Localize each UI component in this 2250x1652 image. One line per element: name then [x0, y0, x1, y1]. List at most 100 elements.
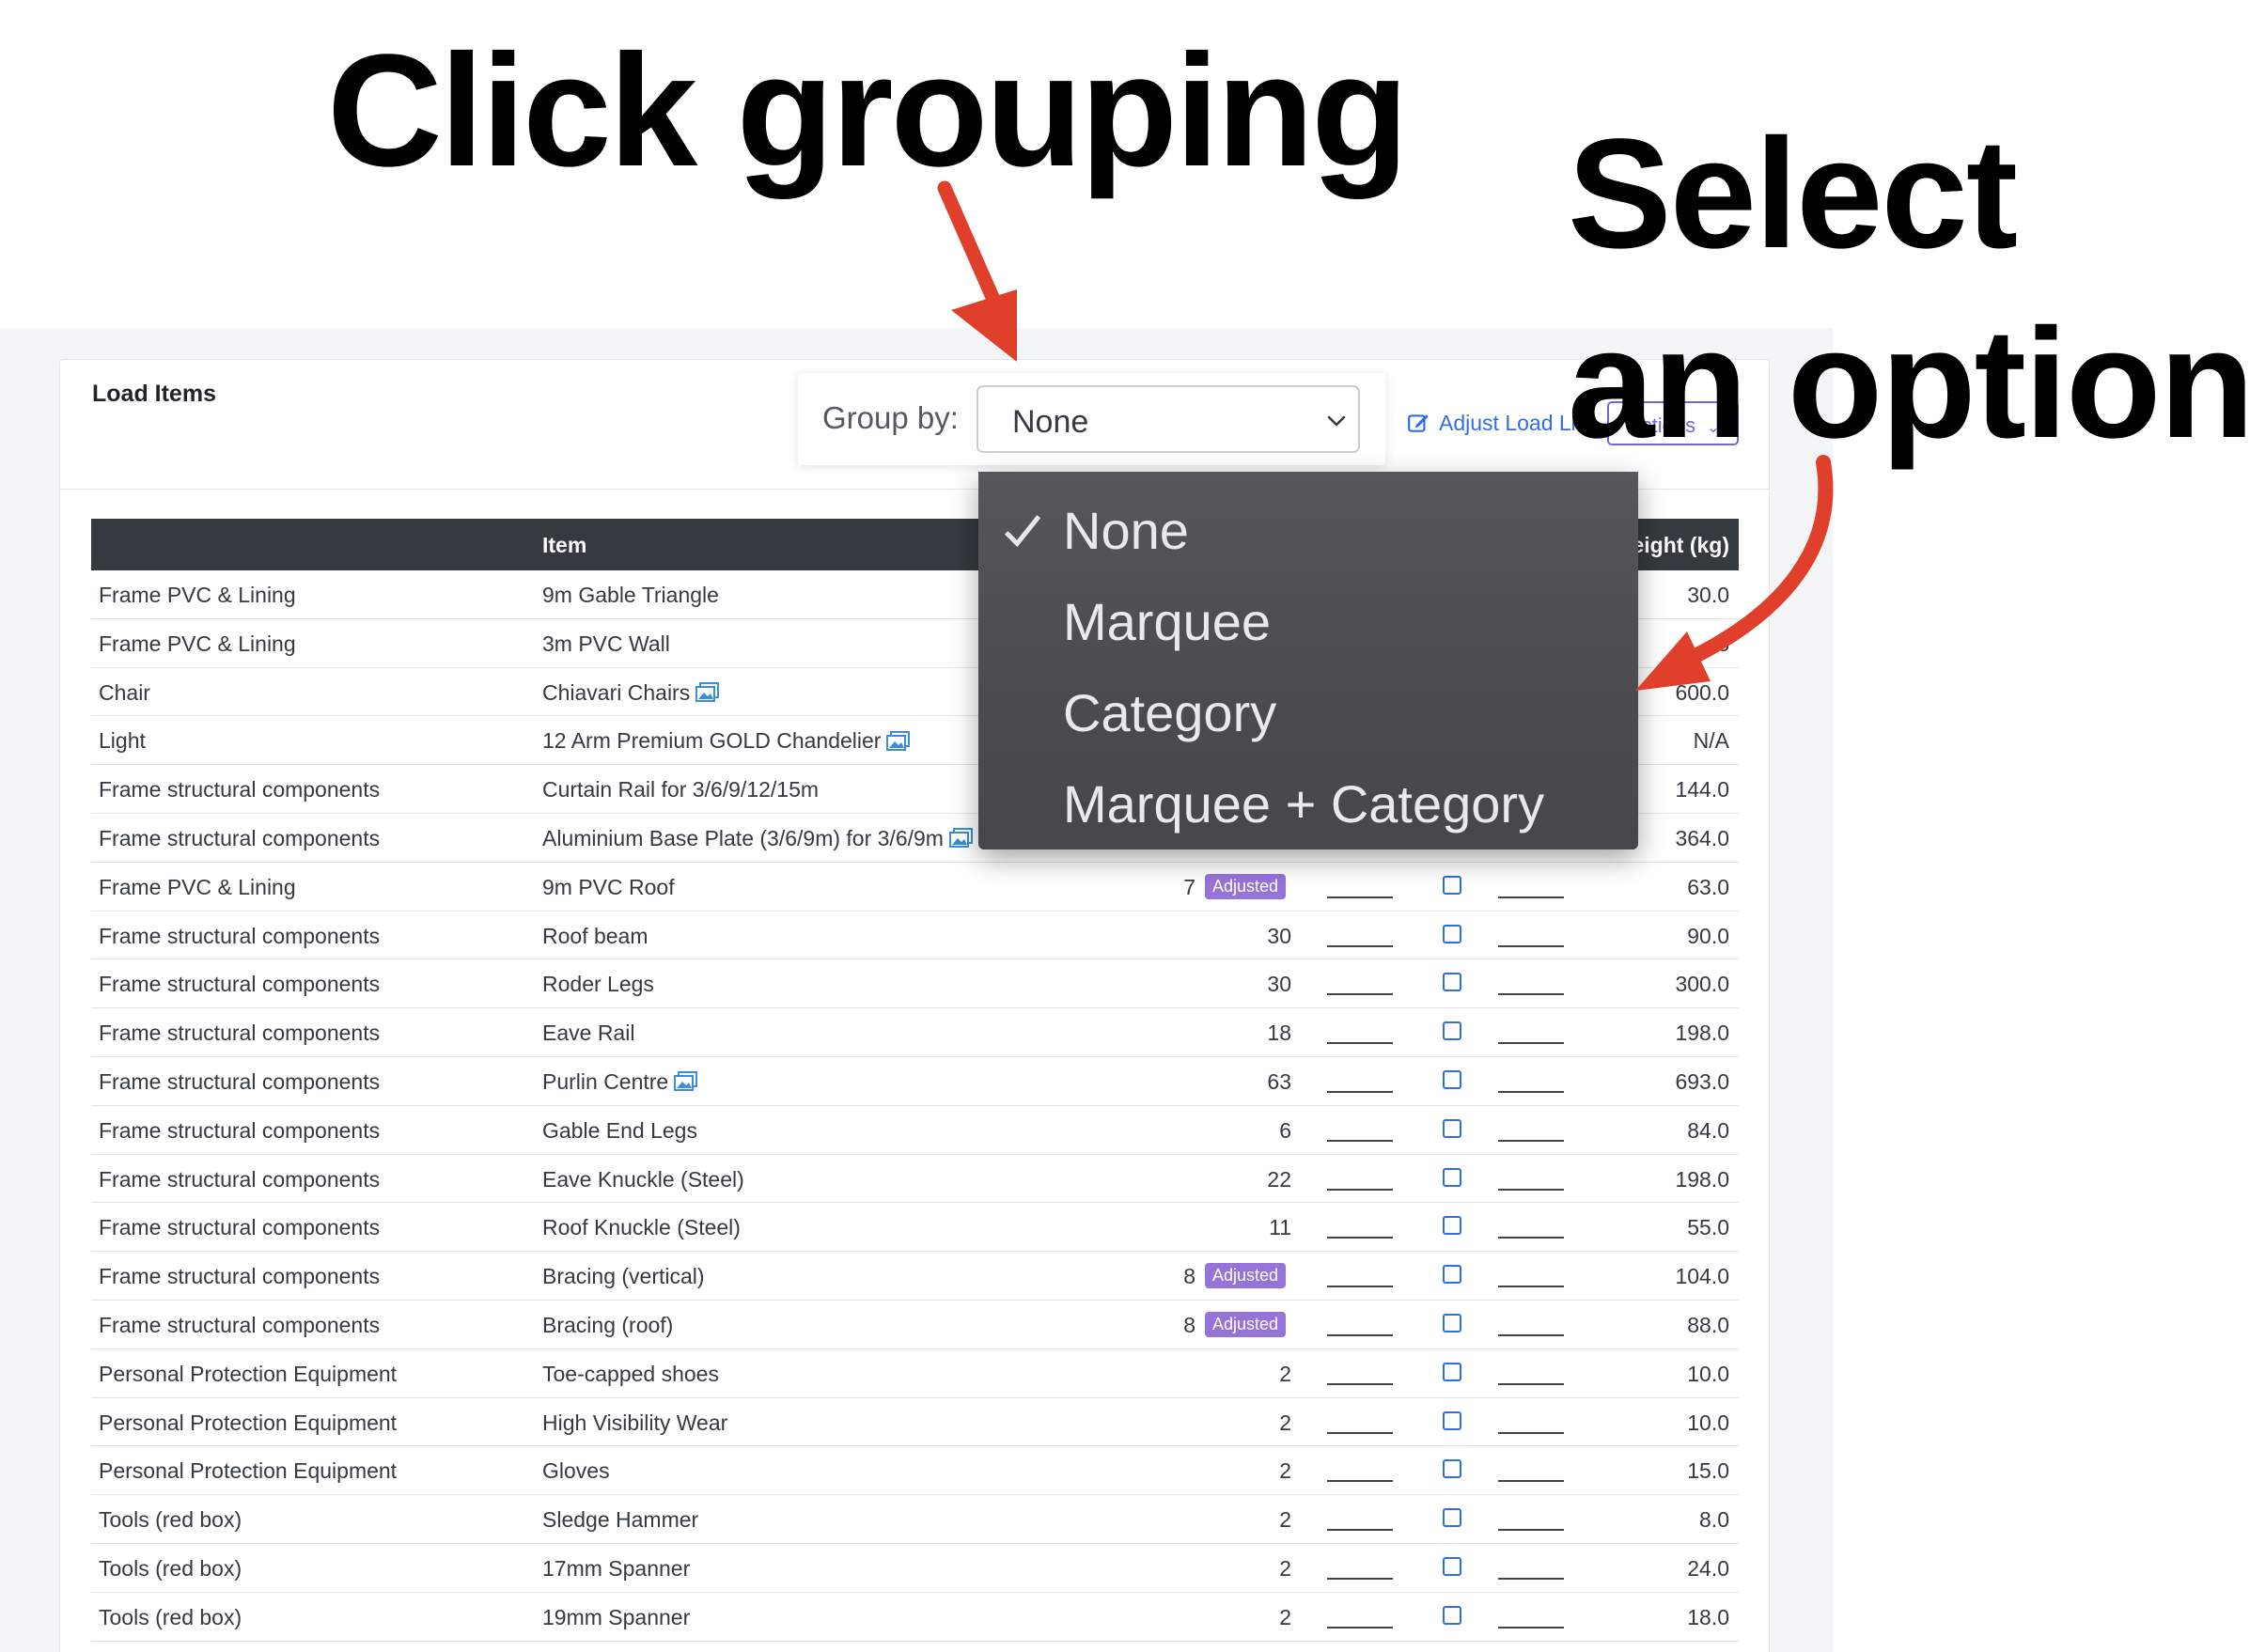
blank-field-returned[interactable]: [1498, 1382, 1564, 1385]
row-checkbox[interactable]: [1443, 1167, 1461, 1187]
cell-quantity: 63: [1267, 1068, 1291, 1094]
cell-weight: 198.0: [1675, 1021, 1729, 1046]
blank-field-returned[interactable]: [1498, 993, 1564, 996]
table-row: Frame structural components Eave Rail 18 19…: [91, 1008, 1739, 1057]
row-checkbox[interactable]: [1443, 1556, 1461, 1576]
cell-item: Curtain Rail for 3/6/9/12/15m: [542, 777, 819, 803]
row-checkbox[interactable]: [1443, 924, 1461, 943]
cell-item-name: 9m PVC Roof: [542, 874, 675, 899]
blank-field-packed[interactable]: [1327, 1480, 1393, 1483]
cell-weight: 15.0: [1687, 1458, 1729, 1484]
blank-field-returned[interactable]: [1498, 1042, 1564, 1045]
cell-item-name: Gloves: [542, 1458, 610, 1484]
cell-quantity: 30: [1267, 923, 1291, 948]
blank-field-packed[interactable]: [1327, 1529, 1393, 1532]
blank-field-packed[interactable]: [1327, 1626, 1393, 1629]
blank-field-returned[interactable]: [1498, 1090, 1564, 1093]
row-checkbox[interactable]: [1443, 875, 1461, 895]
group-by-select[interactable]: None: [977, 385, 1360, 453]
cell-category: Frame structural components: [99, 1312, 381, 1337]
cell-quantity: 18: [1267, 1021, 1291, 1046]
blank-field-packed[interactable]: [1327, 1042, 1393, 1045]
adjust-load-list-link[interactable]: Adjust Load List: [1407, 409, 1593, 437]
row-checkbox[interactable]: [1443, 1410, 1461, 1430]
cell-item: Eave Rail: [542, 1021, 634, 1046]
cell-quantity: 2: [1279, 1410, 1291, 1435]
cell-quantity: 7: [1183, 874, 1195, 899]
blank-field-packed[interactable]: [1327, 1333, 1393, 1336]
image-icon[interactable]: [948, 828, 974, 849]
blank-field-returned[interactable]: [1498, 1577, 1564, 1580]
adjusted-badge: Adjusted: [1205, 1263, 1287, 1289]
cell-weight: 88.0: [1687, 1312, 1729, 1337]
blank-field-packed[interactable]: [1327, 1382, 1393, 1385]
row-checkbox[interactable]: [1443, 973, 1461, 992]
blank-field-packed[interactable]: [1327, 1090, 1393, 1093]
blank-field-returned[interactable]: [1498, 944, 1564, 947]
blank-field-returned[interactable]: [1498, 1529, 1564, 1532]
cell-item: Gable End Legs: [542, 1118, 697, 1144]
blank-field-packed[interactable]: [1327, 1237, 1393, 1239]
blank-field-packed[interactable]: [1327, 944, 1393, 947]
blank-field-returned[interactable]: [1498, 1431, 1564, 1434]
option-marquee[interactable]: Marquee: [1063, 591, 1271, 652]
blank-field-returned[interactable]: [1498, 1139, 1564, 1142]
blank-field-returned[interactable]: [1498, 1480, 1564, 1483]
row-checkbox[interactable]: [1443, 1216, 1461, 1236]
cell-quantity: 6: [1279, 1117, 1291, 1143]
cell-weight: 30.0: [1687, 583, 1729, 607]
blank-field-returned[interactable]: [1498, 1237, 1564, 1239]
row-checkbox[interactable]: [1443, 1362, 1461, 1381]
table-row: Personal Protection Equipment Gloves 2 15.0: [91, 1446, 1739, 1496]
row-checkbox[interactable]: [1443, 1265, 1461, 1285]
blank-field-packed[interactable]: [1327, 1286, 1393, 1288]
cell-weight: 10.0: [1687, 1410, 1729, 1435]
cell-category: Frame structural components: [99, 923, 381, 948]
blank-field-packed[interactable]: [1327, 896, 1393, 898]
blank-field-returned[interactable]: [1498, 1188, 1564, 1191]
option-none[interactable]: None: [1063, 500, 1189, 561]
row-checkbox[interactable]: [1443, 1313, 1461, 1333]
blank-field-packed[interactable]: [1327, 1577, 1393, 1580]
blank-field-packed[interactable]: [1327, 1139, 1393, 1142]
cell-item-name: High Visibility Wear: [542, 1410, 728, 1435]
blank-field-packed[interactable]: [1327, 1431, 1393, 1434]
cell-item: Purlin Centre: [542, 1069, 698, 1095]
cell-item-name: 3m PVC Wall: [542, 631, 670, 656]
cell-quantity: 8: [1183, 1264, 1195, 1289]
cell-weight: 364.0: [1675, 825, 1729, 850]
image-icon[interactable]: [695, 682, 720, 703]
blank-field-packed[interactable]: [1327, 993, 1393, 996]
row-checkbox[interactable]: [1443, 1021, 1461, 1041]
blank-field-returned[interactable]: [1498, 896, 1564, 898]
cell-item-name: Aluminium Base Plate (3/6/9m) for 3/6/9m: [542, 825, 944, 850]
cell-category: Frame structural components: [99, 1264, 381, 1289]
option-category[interactable]: Category: [1063, 682, 1276, 743]
blank-field-returned[interactable]: [1498, 1333, 1564, 1336]
cell-item: Chiavari Chairs: [542, 680, 720, 706]
cell-item: 9m Gable Triangle: [542, 583, 719, 608]
blank-field-returned[interactable]: [1498, 1626, 1564, 1629]
cell-quantity: 22: [1267, 1166, 1291, 1192]
cell-weight: 144.0: [1675, 777, 1729, 803]
cell-weight: 24.0: [1687, 1555, 1729, 1581]
row-checkbox[interactable]: [1443, 1118, 1461, 1138]
row-checkbox[interactable]: [1443, 1508, 1461, 1528]
image-icon[interactable]: [674, 1071, 698, 1092]
cell-item: Bracing (vertical): [542, 1264, 705, 1289]
cell-quantity: 2: [1279, 1507, 1291, 1533]
adjusted-badge: Adjusted: [1205, 1311, 1287, 1337]
group-by-label: Group by:: [822, 400, 959, 435]
blank-field-packed[interactable]: [1327, 1188, 1393, 1191]
option-marquee-category[interactable]: Marquee + Category: [1063, 773, 1544, 834]
cell-item-name: 19mm Spanner: [542, 1604, 691, 1629]
row-checkbox[interactable]: [1443, 1069, 1461, 1089]
row-checkbox[interactable]: [1443, 1459, 1461, 1479]
blank-field-returned[interactable]: [1498, 1286, 1564, 1288]
image-icon[interactable]: [886, 730, 911, 752]
annotation-an-option: an option: [1568, 297, 2250, 471]
row-checkbox[interactable]: [1443, 1605, 1461, 1625]
cell-category: Frame structural components: [99, 1166, 381, 1192]
table-row: Frame structural components Purlin Centre…: [91, 1057, 1739, 1106]
cell-item: Bracing (roof): [542, 1313, 673, 1338]
